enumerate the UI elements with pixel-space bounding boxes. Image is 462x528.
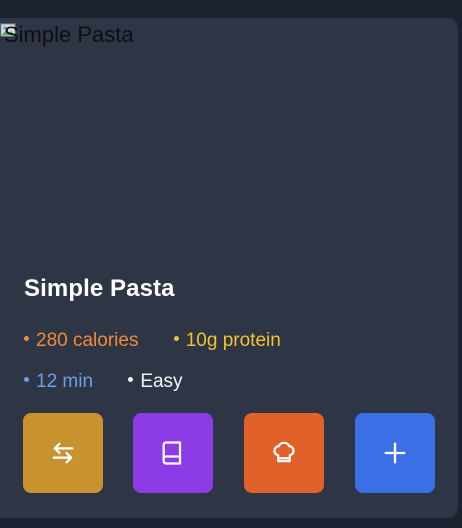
protein-label: 10g protein — [185, 330, 281, 351]
recipe-card[interactable]: Simple Pasta Simple Pasta 280 calories 1… — [0, 18, 458, 518]
recipe-image-alt-text: Simple Pasta — [4, 22, 134, 47]
swap-arrows-icon — [52, 442, 74, 464]
protein-stat: 10g protein — [173, 330, 281, 352]
plus-icon — [384, 442, 406, 464]
details-row: 12 min Easy — [24, 371, 213, 393]
time-dot-icon — [24, 377, 29, 383]
protein-dot-icon — [173, 336, 179, 342]
calories-dot-icon — [24, 336, 29, 342]
chef-hat-icon — [273, 441, 295, 463]
calories-stat: 280 calories — [24, 330, 138, 352]
nutrition-row: 280 calories 10g protein — [24, 330, 311, 352]
action-bar — [23, 413, 435, 493]
calories-label: 280 calories — [36, 330, 139, 351]
time-stat: 12 min — [24, 371, 93, 393]
recipe-title: Simple Pasta — [24, 275, 175, 302]
recipe-image: Simple Pasta — [0, 18, 458, 268]
time-label: 12 min — [36, 371, 94, 392]
book-icon — [162, 441, 182, 465]
cook-button[interactable] — [244, 413, 324, 493]
view-recipe-button[interactable] — [133, 413, 213, 493]
page: Simple Pasta Simple Pasta 280 calories 1… — [0, 0, 462, 528]
swap-button[interactable] — [23, 413, 103, 493]
add-button[interactable] — [355, 413, 435, 493]
difficulty-stat: Easy — [128, 371, 183, 393]
difficulty-dot-icon — [128, 377, 134, 383]
difficulty-label: Easy — [140, 371, 183, 392]
